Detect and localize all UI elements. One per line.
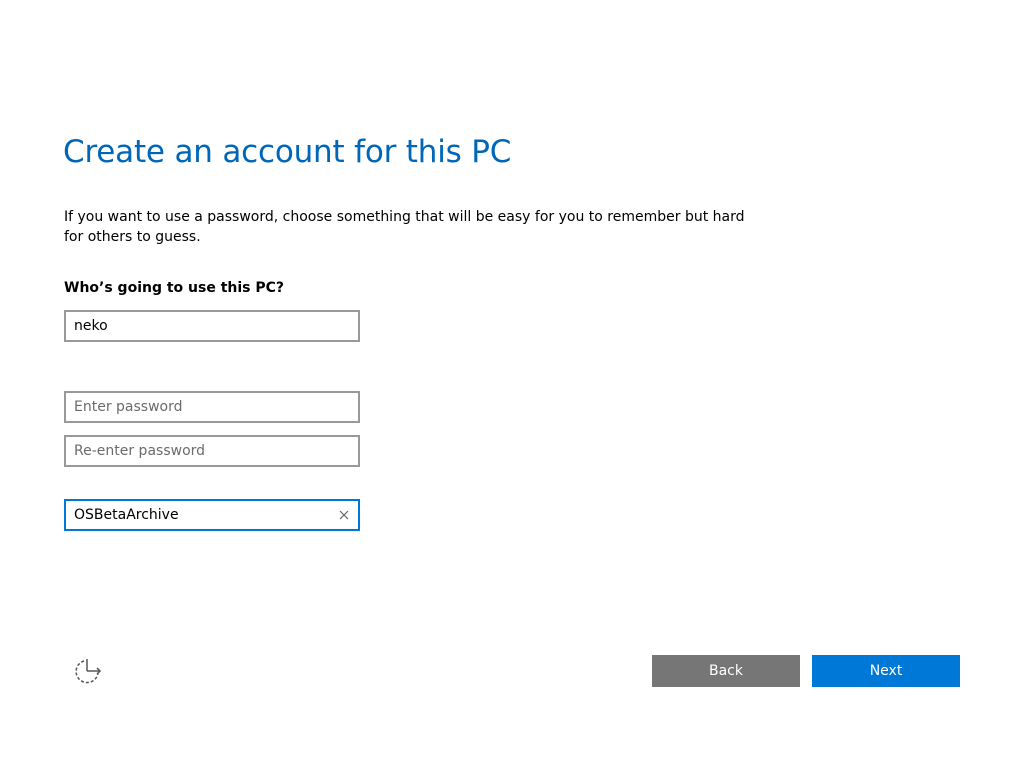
password-confirm-field-box [64, 435, 360, 467]
ease-of-access-icon[interactable] [72, 656, 104, 686]
password-hint-input[interactable] [66, 501, 330, 529]
back-button[interactable]: Back [652, 655, 800, 687]
user-question-label: Who’s going to use this PC? [64, 280, 285, 296]
account-setup-page: Create an account for this PC If you wan… [0, 0, 1024, 768]
password-confirm-input[interactable] [66, 437, 358, 465]
page-title: Create an account for this PC [63, 134, 512, 170]
password-hint-field-box [64, 499, 360, 531]
username-field-box [64, 310, 360, 342]
password-field-box [64, 391, 360, 423]
clear-icon[interactable] [330, 501, 358, 529]
username-input[interactable] [66, 312, 358, 340]
page-description: If you want to use a password, choose so… [64, 209, 745, 245]
next-button[interactable]: Next [812, 655, 960, 687]
password-input[interactable] [66, 393, 358, 421]
